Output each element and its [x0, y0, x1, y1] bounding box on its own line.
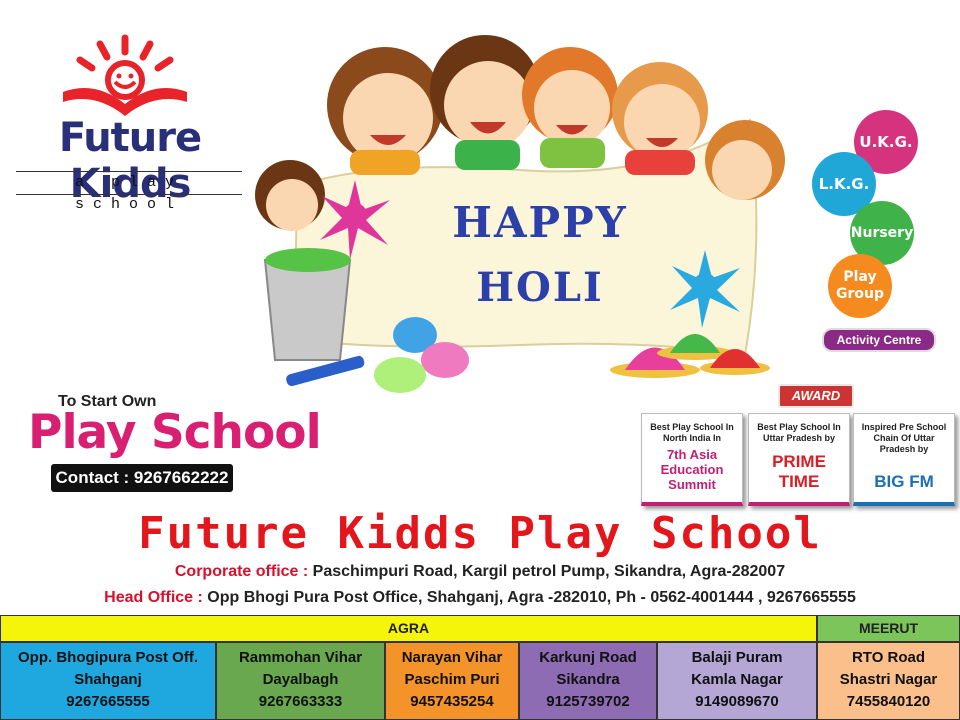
branch-phone: 9457435254 [410, 693, 494, 710]
head-office-address: Head Office : Opp Bhogi Pura Post Office… [0, 589, 960, 607]
book-sun-logo-icon [63, 34, 187, 116]
branch-phone: 7455840120 [846, 693, 931, 710]
class-playgroup-badge: Play Group [828, 254, 892, 318]
greeting-line-2: HOLI [476, 264, 604, 311]
branch-card: Karkunj Road Sikandra 9125739702 [519, 642, 657, 720]
branch-phone: 9125739702 [546, 693, 630, 710]
award-big: PRIME TIME [772, 452, 826, 491]
head-address-text: Opp Bhogi Pura Post Office, Shahganj, Ag… [202, 589, 856, 606]
activity-centre-pill: Activity Centre [822, 328, 936, 352]
award-big: 7th Asia Education Summit [660, 447, 724, 492]
branch-card: Balaji Puram Kamla Nagar 9149089670 [657, 642, 817, 720]
award-badge-asia-summit: Best Play School In North India In 7th A… [641, 413, 743, 506]
branch-line-1: Narayan Vihar [401, 649, 503, 666]
branch-phone: 9267665555 [66, 693, 150, 710]
branch-card: RTO Road Shastri Nagar 7455840120 [817, 642, 960, 720]
promo-title: Play School [28, 405, 322, 460]
branch-line-2: Dayalbagh [262, 671, 339, 688]
school-name-heading: Future Kidds Play School [138, 508, 822, 559]
award-big: BIG FM [874, 472, 934, 491]
award-label: AWARD [778, 384, 854, 408]
branch-line-1: Opp. Bhogipura Post Off. [18, 649, 198, 666]
award-text: Best Play School In North India In [650, 422, 734, 443]
branch-line-1: Balaji Puram [691, 649, 783, 666]
award-text: Best Play School In Uttar Pradesh by [757, 422, 841, 443]
brand-tagline: a play school [16, 171, 242, 213]
branch-card: Opp. Bhogipura Post Off. Shahganj 926766… [0, 642, 216, 720]
corporate-office-address: Corporate office : Paschimpuri Road, Kar… [0, 563, 960, 581]
promo-contact: Contact : 9267662222 [51, 464, 233, 492]
branch-card: Rammohan Vihar Dayalbagh 9267663333 [216, 642, 385, 720]
branch-phone: 9149089670 [695, 693, 779, 710]
head-label: Head Office : [104, 589, 203, 606]
corporate-label: Corporate office : [174, 563, 309, 580]
branch-line-2: Shastri Nagar [839, 671, 938, 688]
corporate-address-text: Paschimpuri Road, Kargil petrol Pump, Si… [308, 563, 786, 580]
branch-line-2: Shahganj [74, 671, 142, 688]
branch-phone: 9267663333 [258, 693, 343, 710]
branch-line-2: Kamla Nagar [691, 671, 783, 688]
region-meerut-header: MEERUT [817, 615, 960, 642]
region-agra-header: AGRA [0, 615, 817, 642]
branch-line-2: Sikandra [556, 671, 620, 688]
branch-line-2: Paschim Puri [404, 671, 500, 688]
award-text: Inspired Pre School Chain Of Uttar Prade… [861, 422, 947, 454]
award-badge-big-fm: Inspired Pre School Chain Of Uttar Prade… [853, 413, 955, 506]
branch-line-1: Karkunj Road [539, 649, 637, 666]
branch-line-1: Rammohan Vihar [238, 649, 363, 666]
branch-line-1: RTO Road [851, 649, 926, 666]
branch-card: Narayan Vihar Paschim Puri 9457435254 [385, 642, 519, 720]
greeting-line-1: HAPPY [452, 198, 628, 247]
award-badge-prime-time: Best Play School In Uttar Pradesh by PRI… [748, 413, 850, 506]
